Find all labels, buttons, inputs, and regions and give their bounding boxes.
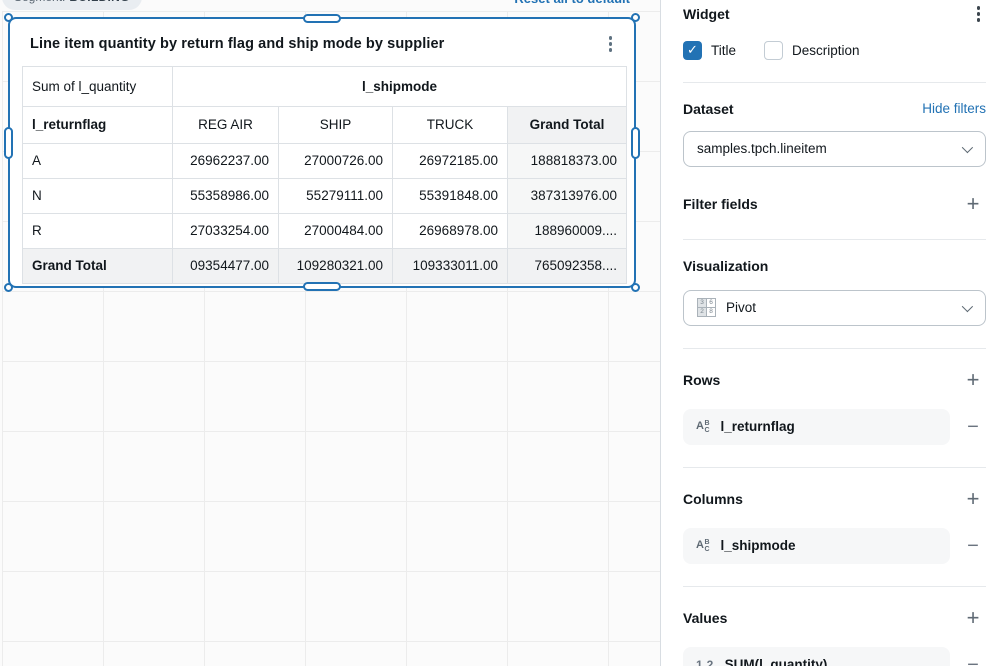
visualization-select[interactable]: 36 28 Pivot (683, 289, 986, 326)
pivot-grand-total-row: Grand Total 09354477.00 109280321.00 109… (22, 247, 628, 284)
panel-menu-icon[interactable] (971, 2, 987, 26)
string-type-icon: ABC (696, 538, 710, 553)
resize-handle-bottom-left[interactable] (4, 283, 13, 292)
pivot-column-group-label: l_shipmode (171, 65, 628, 107)
pivot-row-label: A (22, 142, 173, 179)
pivot-widget-card[interactable]: Line item quantity by return flag and sh… (4, 13, 640, 292)
pivot-row-label: R (22, 212, 173, 249)
pivot-cell-grand-total: 188818373.00 (506, 142, 628, 179)
rows-field-label: l_returnflag (720, 419, 795, 434)
columns-field-pill[interactable]: ABC l_shipmode (683, 527, 950, 564)
pivot-col-header: TRUCK (392, 105, 508, 144)
checkbox-checked-icon[interactable]: ✓ (683, 40, 702, 60)
pivot-cell: 55391848.00 (392, 177, 508, 214)
pivot-cell: 109280321.00 (278, 247, 393, 284)
segment-filter-label: Segment: (14, 0, 65, 4)
hide-filters-link[interactable]: Hide filters (922, 101, 986, 116)
pivot-cell: 55358986.00 (172, 177, 279, 214)
title-checkbox[interactable]: ✓ Title (683, 40, 737, 60)
remove-column-field-button[interactable]: − (960, 536, 986, 556)
segment-filter-value: BUILDING (69, 0, 129, 4)
panel-title: Widget (683, 5, 730, 22)
pivot-measure-label: Sum of l_quantity (22, 65, 173, 107)
divider (683, 238, 986, 240)
add-value-field-button[interactable]: + (960, 605, 986, 631)
values-heading: Values (683, 609, 728, 626)
divider (683, 81, 986, 83)
string-type-icon: ABC (696, 419, 710, 434)
add-filter-button[interactable]: + (960, 191, 986, 217)
remove-row-field-button[interactable]: − (960, 417, 986, 437)
pivot-row: N 55358986.00 55279111.00 55391848.00 38… (22, 177, 628, 214)
pivot-cell: 55279111.00 (278, 177, 393, 214)
description-checkbox[interactable]: Description (764, 40, 860, 60)
pivot-viz-icon: 36 28 (697, 298, 716, 317)
pivot-cell: 27000726.00 (278, 142, 393, 179)
add-row-field-button[interactable]: + (960, 367, 986, 393)
divider (683, 585, 986, 587)
resize-handle-top-left[interactable] (4, 13, 13, 22)
divider (683, 466, 986, 468)
resize-handle-right[interactable] (631, 126, 640, 159)
pivot-row: A 26962237.00 27000726.00 26972185.00 18… (22, 142, 628, 179)
pivot-row: R 27033254.00 27000484.00 26968978.00 18… (22, 212, 628, 249)
resize-handle-bottom[interactable] (303, 282, 341, 291)
pivot-cell: 27000484.00 (278, 212, 393, 249)
reset-all-link[interactable]: Reset all to default (514, 0, 630, 8)
rows-heading: Rows (683, 371, 721, 388)
checkbox-unchecked-icon[interactable] (764, 40, 784, 60)
widget-menu-icon[interactable] (603, 32, 619, 56)
widget-title: Line item quantity by return flag and sh… (30, 35, 445, 52)
description-checkbox-label: Description (792, 42, 860, 58)
pivot-cell-grand-total: 765092358.... (506, 247, 628, 284)
pivot-cell: 09354477.00 (172, 247, 279, 284)
rows-field-pill[interactable]: ABC l_returnflag (683, 408, 950, 445)
pivot-col-header: SHIP (278, 105, 393, 144)
pivot-col-header: REG AIR (172, 105, 279, 144)
filter-fields-heading: Filter fields (683, 195, 758, 212)
pivot-cell: 26972185.00 (392, 142, 508, 179)
dataset-heading: Dataset (683, 100, 734, 117)
values-field-pill[interactable]: 1.2 SUM(l_quantity) (683, 646, 950, 666)
columns-field-label: l_shipmode (720, 538, 796, 553)
remove-value-field-button[interactable]: − (960, 655, 986, 666)
dashboard-canvas[interactable]: Segment: BUILDING Reset all to default Li… (0, 0, 660, 666)
resize-handle-top[interactable] (303, 14, 341, 23)
divider (683, 347, 986, 349)
chevron-down-icon (961, 300, 974, 312)
columns-heading: Columns (683, 490, 743, 507)
pivot-cell: 27033254.00 (172, 212, 279, 249)
pivot-cell: 109333011.00 (392, 247, 508, 284)
pivot-table: Sum of l_quantity l_shipmode l_returnfla… (22, 65, 628, 284)
number-type-icon: 1.2 (696, 657, 714, 666)
resize-handle-top-right[interactable] (631, 13, 640, 22)
add-column-field-button[interactable]: + (960, 486, 986, 512)
title-checkbox-label: Title (711, 42, 737, 58)
pivot-cell: 26968978.00 (392, 212, 508, 249)
values-field-label: SUM(l_quantity) (724, 657, 828, 666)
pivot-row-dimension-label: l_returnflag (22, 105, 173, 144)
pivot-cell-grand-total: 387313976.00 (506, 177, 628, 214)
chevron-down-icon (961, 141, 974, 153)
pivot-cell-grand-total: 188960009.... (506, 212, 628, 249)
pivot-row-label: Grand Total (22, 247, 173, 284)
dataset-select-value: samples.tpch.lineitem (697, 141, 827, 156)
dataset-select[interactable]: samples.tpch.lineitem (683, 130, 986, 167)
resize-handle-left[interactable] (4, 126, 13, 159)
visualization-heading: Visualization (683, 257, 769, 274)
widget-config-panel: Widget ✓ Title Description Dataset Hide … (660, 0, 1000, 666)
pivot-row-label: N (22, 177, 173, 214)
pivot-cell: 26962237.00 (172, 142, 279, 179)
segment-filter-badge[interactable]: Segment: BUILDING (2, 0, 142, 10)
visualization-select-value: Pivot (726, 300, 757, 315)
resize-handle-bottom-right[interactable] (631, 283, 640, 292)
pivot-col-header-grand-total: Grand Total (506, 105, 628, 144)
